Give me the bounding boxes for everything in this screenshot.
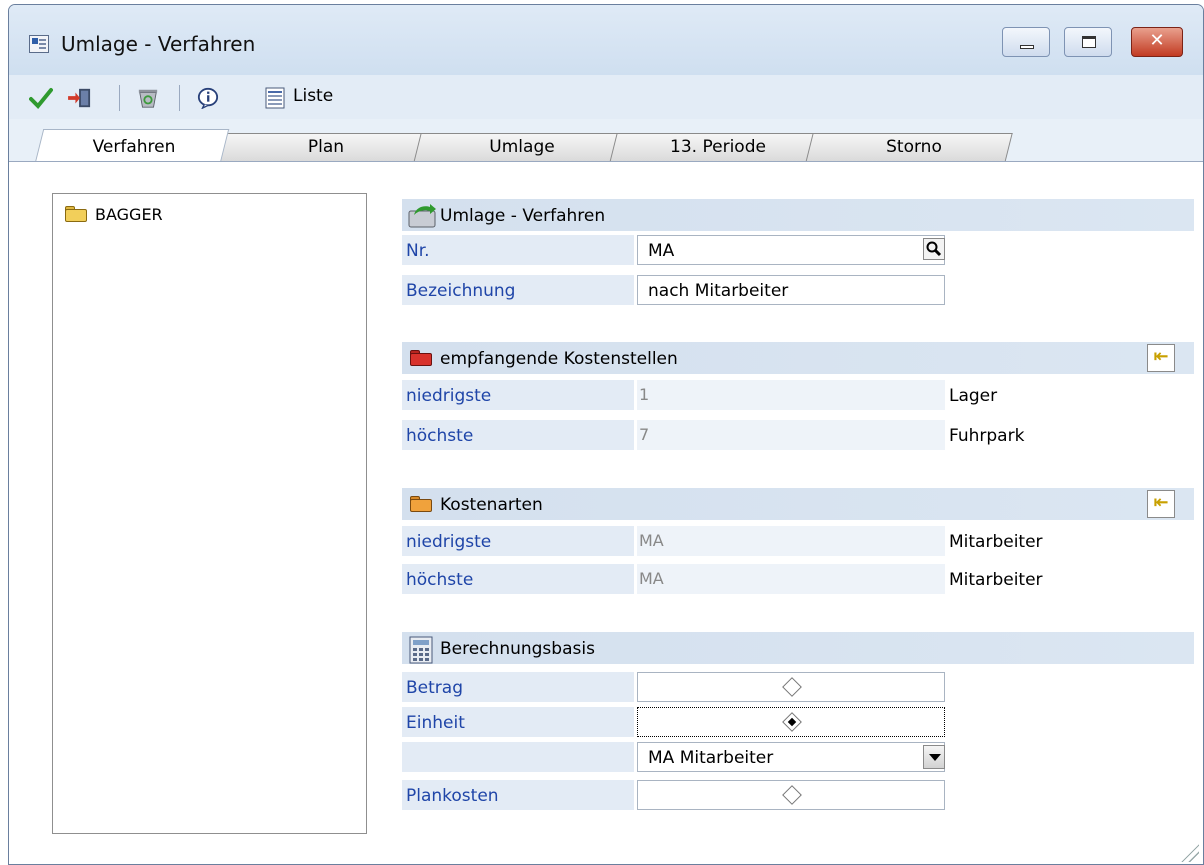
title-bar: Umlage - Verfahren ✕ <box>9 5 1203 75</box>
kostenstellen-niedrigste-label: niedrigste <box>402 380 634 410</box>
maximize-button[interactable] <box>1064 27 1112 57</box>
tab-plan-label: Plan <box>307 137 345 157</box>
toolbar-separator <box>119 85 120 111</box>
kostenarten-niedrigste-value: MA <box>637 526 945 556</box>
tab-bar: Verfahren Plan Umlage 13. Periode Storno <box>9 125 1203 163</box>
einheit-select-label-cell <box>402 742 634 772</box>
einheit-option[interactable] <box>637 707 945 737</box>
orange-folder-icon <box>410 496 432 512</box>
bezeichnung-label: Bezeichnung <box>402 275 634 305</box>
folder-icon <box>65 206 87 222</box>
betrag-radio[interactable] <box>782 677 802 697</box>
section-title-verfahren: Umlage - Verfahren <box>440 206 606 226</box>
tab-13-periode-label: 13. Periode <box>670 137 766 157</box>
plankosten-label: Plankosten <box>402 780 634 810</box>
section-title-kostenstellen: empfangende Kostenstellen <box>440 349 678 369</box>
section-header-kostenarten: Kostenarten <box>402 488 1194 520</box>
tree-item-label: BAGGER <box>95 205 163 224</box>
kostenstellen-hoechste-name: Fuhrpark <box>945 420 1194 450</box>
einheit-radio[interactable] <box>782 712 802 732</box>
einheit-label: Einheit <box>402 707 634 737</box>
toolbar: Liste <box>9 75 1203 119</box>
section-title-kostenarten: Kostenarten <box>440 495 543 515</box>
einheit-select[interactable]: MA Mitarbeiter <box>637 742 945 772</box>
kostenstellen-niedrigste-value: 1 <box>637 380 945 410</box>
tab-verfahren-label: Verfahren <box>92 137 176 157</box>
section-header-verfahren: Umlage - Verfahren <box>402 199 1194 231</box>
tab-umlage-label: Umlage <box>489 137 555 157</box>
betrag-label: Betrag <box>402 672 634 702</box>
section-header-kostenstellen: empfangende Kostenstellen <box>402 342 1194 374</box>
checkmark-icon[interactable] <box>29 87 53 109</box>
kostenarten-hoechste-label: höchste <box>402 564 634 594</box>
magnifier-icon <box>926 241 942 257</box>
arrow-left-icon: ⇤ <box>1153 492 1169 513</box>
kostenarten-hoechste-value: MA <box>637 564 945 594</box>
app-icon <box>29 35 49 53</box>
info-icon[interactable] <box>195 87 221 109</box>
kostenarten-hoechste-name: Mitarbeiter <box>945 564 1194 594</box>
search-button[interactable] <box>923 238 945 260</box>
section-header-berechnungsbasis: Berechnungsbasis <box>402 632 1194 664</box>
nr-label: Nr. <box>402 235 634 265</box>
chevron-down-icon[interactable] <box>923 745 945 769</box>
minimize-icon <box>1020 45 1034 49</box>
calculator-icon <box>409 636 433 664</box>
toolbar-separator <box>179 85 180 111</box>
maximize-icon <box>1082 36 1096 48</box>
section-title-berechnungsbasis: Berechnungsbasis <box>440 639 595 659</box>
window-title: Umlage - Verfahren <box>61 32 256 56</box>
kostenstellen-niedrigste-name: Lager <box>945 380 1194 410</box>
tab-storno-label: Storno <box>886 137 942 157</box>
kostenstellen-hoechste-label: höchste <box>402 420 634 450</box>
folder-arrow-icon <box>408 204 436 228</box>
kostenstellen-hoechste-value: 7 <box>637 420 945 450</box>
nr-input[interactable]: MA <box>637 235 945 265</box>
liste-button[interactable]: Liste <box>293 86 333 106</box>
recycle-icon[interactable] <box>135 87 161 109</box>
resize-grip-icon[interactable] <box>1181 844 1199 862</box>
plankosten-option[interactable] <box>637 780 945 810</box>
kostenarten-niedrigste-name: Mitarbeiter <box>945 526 1194 556</box>
import-kostenarten-button[interactable]: ⇤ <box>1147 490 1175 518</box>
bezeichnung-input[interactable]: nach Mitarbeiter <box>637 275 945 305</box>
plankosten-radio[interactable] <box>782 785 802 805</box>
red-folder-icon <box>410 350 432 366</box>
list-icon[interactable] <box>265 87 285 109</box>
tab-content: BAGGER Umlage - Verfahren Nr. MA Bezeich… <box>9 162 1203 864</box>
exit-icon[interactable] <box>65 87 95 109</box>
kostenarten-niedrigste-label: niedrigste <box>402 526 634 556</box>
arrow-left-icon: ⇤ <box>1153 346 1169 367</box>
minimize-button[interactable] <box>1002 27 1050 57</box>
main-window: Umlage - Verfahren ✕ Liste Verfahren Pla… <box>8 4 1204 865</box>
close-icon: ✕ <box>1149 30 1165 51</box>
betrag-option[interactable] <box>637 672 945 702</box>
close-button[interactable]: ✕ <box>1131 27 1183 57</box>
import-kostenstellen-button[interactable]: ⇤ <box>1147 344 1175 372</box>
tree-view[interactable]: BAGGER <box>52 193 367 834</box>
